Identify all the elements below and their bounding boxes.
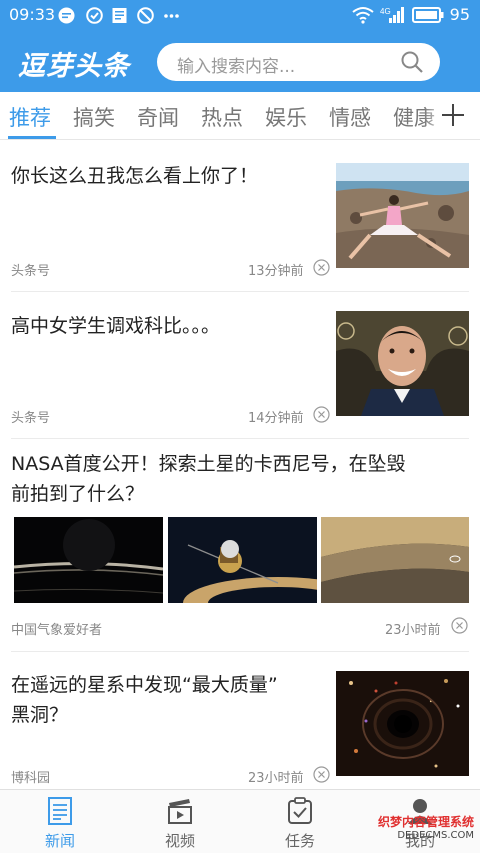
nav-news-label: 新闻 (44, 832, 75, 850)
status-right: 4G 95 (352, 5, 470, 24)
message-icon (58, 7, 75, 24)
divider (11, 291, 469, 292)
nav-news[interactable]: 新闻 (0, 790, 120, 853)
add-tab-icon[interactable] (440, 102, 466, 128)
nav-task[interactable]: 任务 (240, 790, 360, 853)
news-time: 23小时前 (385, 623, 441, 638)
news-image-cassini[interactable] (168, 517, 317, 603)
task-icon (288, 797, 312, 824)
status-time: 09:33 (9, 5, 56, 24)
news-time: 13分钟前 (248, 264, 304, 279)
nav-video[interactable]: 视频 (120, 790, 240, 853)
news-title-line2[interactable]: 黑洞？ (11, 700, 68, 730)
video-icon (168, 799, 192, 824)
check-circle-icon (86, 7, 103, 24)
watermark-line1: 织梦内容管理系统 (377, 815, 474, 829)
tab-emotion[interactable]: 情感 (329, 102, 371, 132)
news-source: 头条号 (11, 411, 51, 426)
news-thumbnail-portrait[interactable] (336, 311, 469, 416)
divider (11, 651, 469, 652)
news-title-line1[interactable]: 在遥远的星系中发现“最大质量” (11, 670, 278, 700)
tab-entertainment[interactable]: 娱乐 (265, 102, 307, 132)
news-thumbnail-black-hole[interactable] (336, 671, 469, 776)
news-source: 头条号 (11, 264, 51, 279)
active-tab-indicator (8, 136, 56, 139)
news-time: 23小时前 (248, 771, 304, 786)
tab-strange[interactable]: 奇闻 (137, 102, 179, 132)
news-image-saturn-surface[interactable] (321, 517, 469, 603)
news-title-line2[interactable]: 前拍到了什么？ (11, 479, 144, 509)
wifi-icon (352, 6, 374, 24)
battery-level: 95 (449, 5, 470, 24)
news-title-line1[interactable]: NASA首度公开！探索土星的卡西尼号，在坠毁 (11, 449, 406, 479)
app-logo: 逗芽头条 (18, 51, 130, 82)
more-dots-icon (164, 14, 179, 18)
news-icon (48, 797, 72, 825)
news-source: 博科园 (11, 771, 51, 786)
dismiss-icon[interactable] (451, 617, 468, 634)
svg-text:4G: 4G (380, 7, 391, 16)
divider (11, 438, 469, 439)
nav-video-label: 视频 (164, 832, 195, 850)
tab-recommend[interactable]: 推荐 (9, 102, 51, 132)
nav-task-label: 任务 (284, 832, 315, 850)
tab-funny[interactable]: 搞笑 (73, 102, 115, 132)
search-placeholder: 输入搜索内容... (177, 57, 296, 77)
dismiss-icon[interactable] (313, 259, 330, 276)
watermark: 织梦内容管理系统 DEDECMS.COM (378, 815, 474, 843)
status-bar: 09:33 4G 95 (0, 0, 480, 30)
block-icon (137, 7, 154, 24)
news-title[interactable]: 你长这么丑我怎么看上你了！ (11, 161, 258, 191)
dismiss-icon[interactable] (313, 406, 330, 423)
document-icon (112, 8, 127, 23)
news-image-saturn-rings[interactable] (14, 517, 163, 603)
news-time: 14分钟前 (248, 411, 304, 426)
news-source: 中国气象爱好者 (11, 623, 103, 638)
tab-hot[interactable]: 热点 (201, 102, 243, 132)
signal-4g-icon: 4G (380, 6, 404, 23)
news-title[interactable]: 高中女学生调戏科比。。。 (11, 311, 220, 341)
app-header: 逗芽头条 输入搜索内容... (0, 30, 480, 92)
news-thumbnail-beach[interactable] (336, 163, 469, 268)
battery-icon (411, 6, 444, 23)
search-icon[interactable] (400, 50, 424, 74)
category-tabs: 推荐 搞笑 奇闻 热点 娱乐 情感 健康 历时 (0, 92, 480, 140)
dismiss-icon[interactable] (313, 766, 330, 783)
search-input[interactable]: 输入搜索内容... (157, 43, 440, 81)
watermark-line2: DEDECMS.COM (397, 830, 474, 841)
